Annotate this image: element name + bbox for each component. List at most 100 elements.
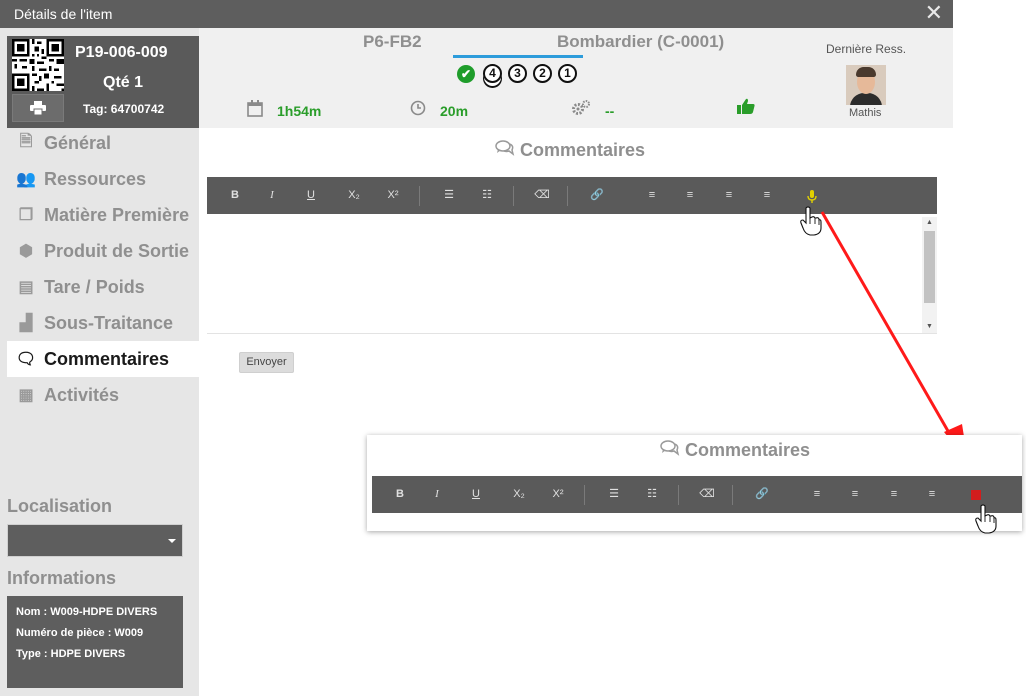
hand-cursor-icon — [800, 206, 822, 236]
align-left-button[interactable]: ≡ — [808, 476, 826, 513]
clock-icon — [410, 100, 426, 121]
sidebar-item-output-product[interactable]: ⬢ Produit de Sortie — [7, 233, 199, 269]
justify-button[interactable]: ≡ — [758, 177, 776, 214]
link-button[interactable]: 🔗 — [752, 476, 772, 513]
sidebar-item-raw-material[interactable]: ❒ Matière Première — [7, 197, 199, 233]
close-icon[interactable]: ✕ — [925, 0, 943, 26]
calendar-icon — [247, 100, 263, 122]
sidebar-item-label: Ressources — [44, 168, 147, 189]
toolbar-divider — [513, 186, 514, 206]
justify-button[interactable]: ≡ — [923, 476, 941, 513]
comments-icon: 🗨 — [15, 351, 37, 368]
sidebar-item-label: Tare / Poids — [44, 276, 145, 297]
scrollbar-thumb[interactable] — [924, 231, 935, 303]
sidebar: P19-006-009 Qté 1 Tag: 64700742 🗎 Généra… — [0, 28, 199, 696]
stop-recording-icon[interactable] — [971, 490, 981, 500]
info-name: Nom : W009-HDPE DIVERS — [16, 606, 158, 618]
sidebar-nav: 🗎 Général 👥 Ressources ❒ Matière Premièr… — [7, 125, 199, 413]
avatar-name: Mathis — [849, 107, 882, 119]
editor-scrollbar[interactable]: ▲ ▼ — [922, 217, 937, 333]
italic-button[interactable]: I — [429, 476, 445, 513]
toolbar-divider — [419, 186, 420, 206]
operation-code: P6-FB2 — [363, 32, 422, 51]
gears-icon — [571, 100, 591, 122]
toolbar-divider — [584, 485, 585, 505]
check-icon: ✔ — [457, 64, 475, 83]
underline-button[interactable]: U — [303, 177, 319, 214]
hand-cursor-icon — [975, 504, 997, 534]
toolbar-divider — [567, 186, 568, 206]
users-icon: 👥 — [16, 171, 36, 188]
info-type: Type : HDPE DIVERS — [16, 648, 126, 660]
bullet-list-button[interactable]: ☰ — [604, 476, 624, 513]
sidebar-item-resources[interactable]: 👥 Ressources — [7, 161, 199, 197]
align-right-button[interactable]: ≡ — [885, 476, 903, 513]
callout-comments-title: Commentaires — [660, 440, 810, 461]
toolbar-divider — [678, 485, 679, 505]
quantity: Qté 1 — [103, 74, 144, 91]
settings-value: -- — [605, 103, 615, 119]
location-select[interactable] — [7, 524, 183, 557]
industry-icon: ▟ — [19, 315, 33, 332]
align-center-button[interactable]: ≡ — [846, 476, 864, 513]
archive-icon: ▤ — [18, 279, 34, 296]
part-number: P19-006-009 — [75, 44, 168, 61]
numbered-list-button[interactable]: ☷ — [642, 476, 662, 513]
align-left-button[interactable]: ≡ — [643, 177, 661, 214]
sidebar-item-subcontracting[interactable]: ▟ Sous-Traitance — [7, 305, 199, 341]
list-icon: ▦ — [18, 387, 34, 404]
active-tab-indicator — [453, 55, 583, 58]
numbered-list-button[interactable]: ☷ — [477, 177, 497, 214]
settings-metric: -- — [571, 100, 614, 122]
step-indicator: ✔ 4 3 2 1 — [457, 64, 583, 83]
link-button[interactable]: 🔗 — [587, 177, 607, 214]
remove-format-button[interactable]: ⌫ — [697, 476, 717, 513]
sidebar-item-comments[interactable]: 🗨 Commentaires — [7, 341, 199, 377]
step-3[interactable]: 3 — [508, 64, 527, 83]
sidebar-item-label: Produit de Sortie — [44, 240, 190, 261]
thumbs-up-icon — [737, 98, 755, 119]
comments-icon — [660, 440, 680, 461]
cube-icon: ⬢ — [19, 243, 33, 260]
bullet-list-button[interactable]: ☰ — [439, 177, 459, 214]
recording-callout: Commentaires B I U X₂ X² ☰ ☷ ⌫ 🔗 ≡ ≡ ≡ ≡ — [367, 435, 1022, 534]
remove-format-button[interactable]: ⌫ — [532, 177, 552, 214]
superscript-button[interactable]: X² — [382, 177, 404, 214]
step-4[interactable]: 4 — [483, 64, 502, 83]
scroll-down-icon[interactable]: ▼ — [922, 321, 937, 333]
step-2[interactable]: 2 — [533, 64, 552, 83]
qr-code-icon — [12, 39, 64, 91]
sidebar-item-activities[interactable]: ▦ Activités — [7, 377, 199, 413]
send-button[interactable]: Envoyer — [239, 352, 294, 373]
sidebar-item-tare-weight[interactable]: ▤ Tare / Poids — [7, 269, 199, 305]
client-name: Bombardier (C-0001) — [557, 32, 725, 51]
sidebar-item-label: Sous-Traitance — [44, 312, 174, 333]
item-id-card: P19-006-009 Qté 1 Tag: 64700742 — [7, 36, 199, 128]
scroll-up-icon[interactable]: ▲ — [922, 217, 937, 229]
chevron-down-icon — [168, 539, 176, 543]
bold-button[interactable]: B — [392, 476, 408, 513]
step-1[interactable]: 1 — [558, 64, 577, 83]
comments-title: Commentaires — [495, 140, 645, 161]
align-center-button[interactable]: ≡ — [681, 177, 699, 214]
italic-button[interactable]: I — [264, 177, 280, 214]
sidebar-item-label: Activités — [44, 384, 120, 405]
bold-button[interactable]: B — [227, 177, 243, 214]
item-details-window: Détails de l'item ✕ P19-006-009 Qté 1 Ta… — [0, 0, 953, 696]
print-button[interactable] — [12, 94, 64, 122]
elapsed-time-metric: 20m — [410, 100, 468, 121]
comment-editor[interactable] — [207, 214, 937, 334]
title-bar: Détails de l'item ✕ — [0, 0, 953, 28]
information-label: Informations — [7, 568, 117, 588]
underline-button[interactable]: U — [468, 476, 484, 513]
align-right-button[interactable]: ≡ — [720, 177, 738, 214]
subscript-button[interactable]: X₂ — [508, 476, 530, 513]
subscript-button[interactable]: X₂ — [343, 177, 365, 214]
tag-number: Tag: 64700742 — [83, 102, 165, 116]
callout-toolbar: B I U X₂ X² ☰ ☷ ⌫ 🔗 ≡ ≡ ≡ ≡ — [372, 476, 1022, 513]
avatar[interactable] — [846, 65, 886, 105]
superscript-button[interactable]: X² — [547, 476, 569, 513]
sidebar-item-general[interactable]: 🗎 Général — [7, 125, 199, 161]
editor-toolbar: B I U X₂ X² ☰ ☷ ⌫ 🔗 ≡ ≡ ≡ ≡ — [207, 177, 937, 214]
microphone-icon — [807, 189, 817, 203]
